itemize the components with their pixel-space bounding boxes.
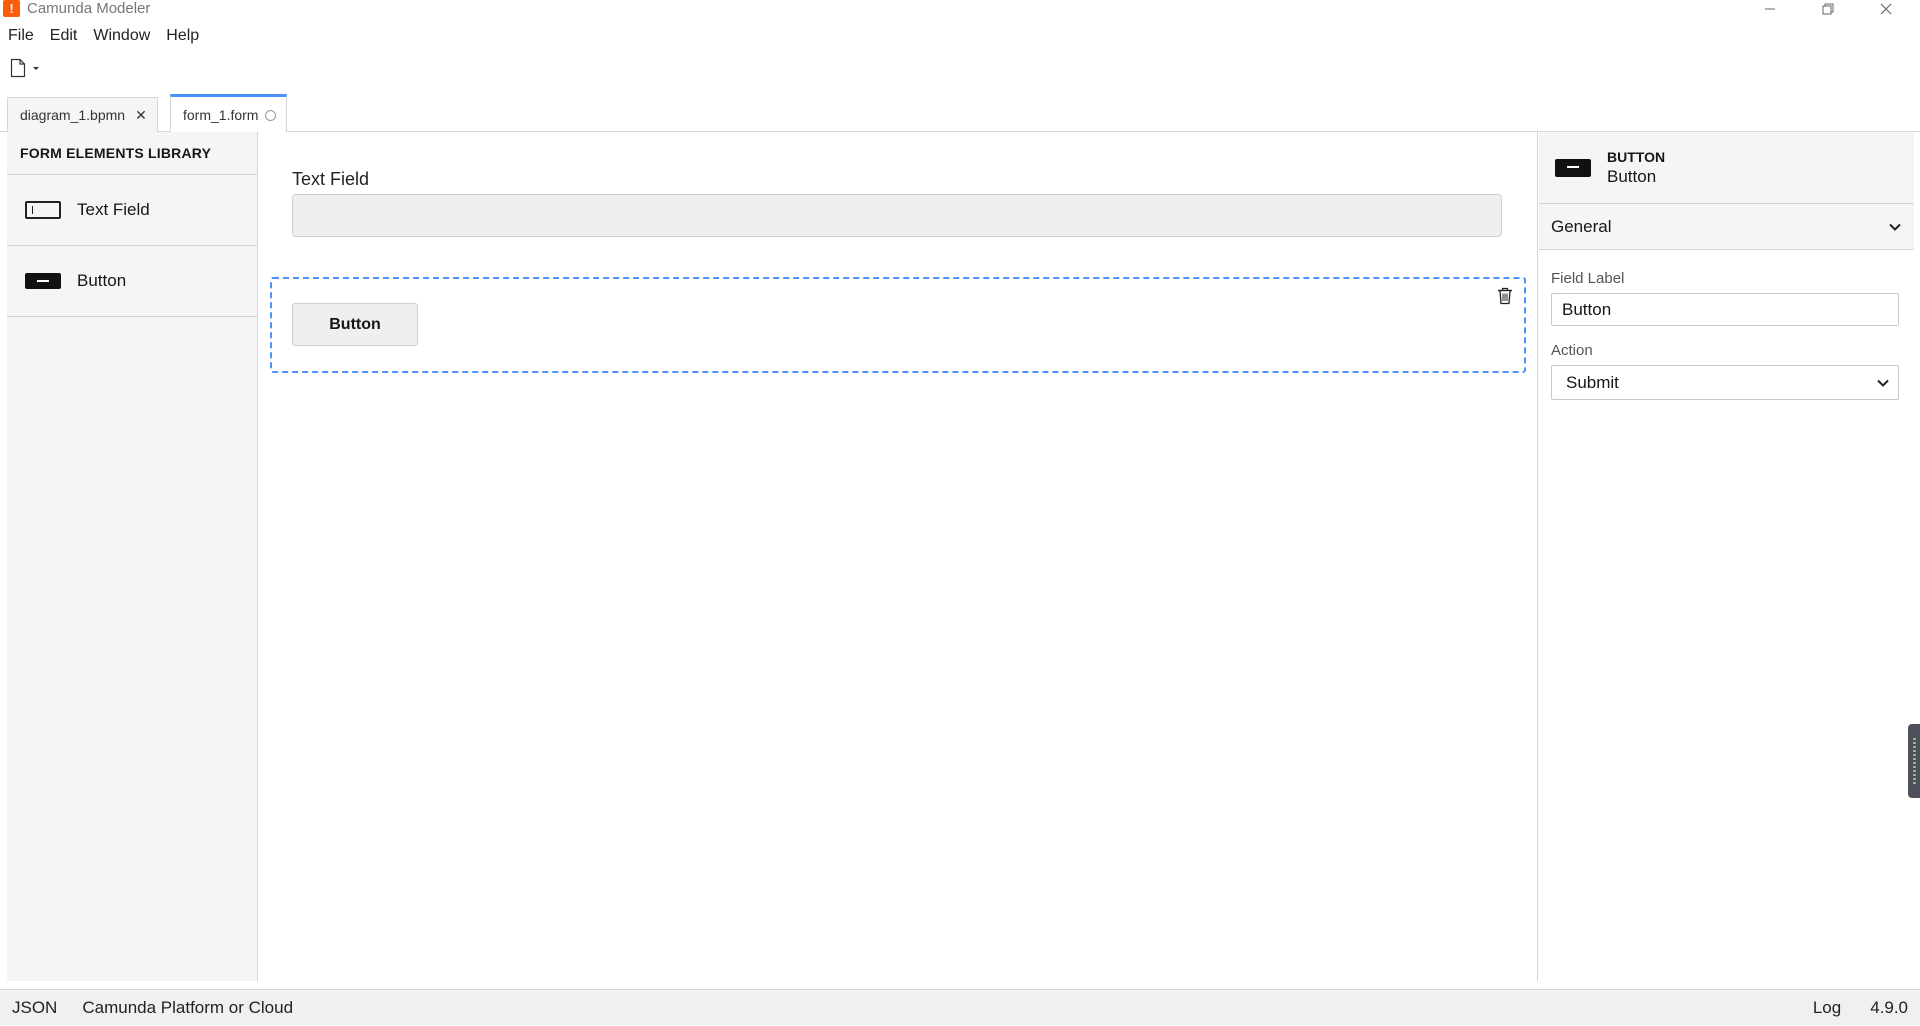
palette-header: FORM ELEMENTS LIBRARY xyxy=(7,132,257,175)
menu-window[interactable]: Window xyxy=(85,24,158,48)
restore-icon xyxy=(1822,3,1834,14)
close-window-button[interactable] xyxy=(1858,0,1914,17)
palette-item-label: Text Field xyxy=(77,200,150,219)
text-field-input[interactable] xyxy=(292,194,1502,237)
element-name: Button xyxy=(1607,166,1657,186)
properties-panel: BUTTON Button General Field Label Button… xyxy=(1539,132,1914,981)
palette-item-label: Button xyxy=(77,271,127,290)
new-file-icon[interactable] xyxy=(10,58,26,78)
form-canvas[interactable]: Text Field Button xyxy=(258,132,1538,981)
form-button[interactable]: Button xyxy=(292,303,418,346)
properties-header: BUTTON Button xyxy=(1539,132,1914,204)
camunda-logo-icon: ! xyxy=(3,0,20,17)
palette-item-text-field[interactable]: Text Field xyxy=(7,175,257,246)
status-bar: JSON Camunda Platform or Cloud Log 4.9.0 xyxy=(0,989,1920,1025)
caret-down-icon[interactable] xyxy=(30,58,42,78)
restore-button[interactable] xyxy=(1800,0,1856,17)
button-icon xyxy=(1555,158,1591,177)
text-field-label: Text Field xyxy=(292,169,370,189)
menu-file[interactable]: File xyxy=(0,24,42,48)
status-version: 4.9.0 xyxy=(1870,998,1908,1017)
action-select[interactable]: Submit xyxy=(1551,365,1899,400)
tab-label: diagram_1.bpmn xyxy=(20,107,126,123)
minimize-button[interactable] xyxy=(1742,0,1798,17)
toolbar xyxy=(10,56,42,80)
status-format[interactable]: JSON xyxy=(0,998,68,1018)
menu-help[interactable]: Help xyxy=(158,24,207,48)
selected-button-element[interactable]: Button xyxy=(270,277,1526,373)
chevron-down-icon xyxy=(1889,223,1901,231)
form-elements-palette: FORM ELEMENTS LIBRARY Text Field Button xyxy=(7,132,258,981)
status-platform[interactable]: Camunda Platform or Cloud xyxy=(68,998,304,1018)
action-title: Action xyxy=(1551,342,1593,359)
side-drag-handle[interactable] xyxy=(1908,724,1920,798)
group-title: General xyxy=(1551,216,1612,236)
close-tab-icon[interactable]: ✕ xyxy=(135,107,147,124)
chevron-down-icon xyxy=(1877,379,1889,387)
element-type: BUTTON xyxy=(1607,148,1666,165)
menu-bar: File Edit Window Help xyxy=(0,24,207,48)
tab-form-1-form[interactable]: form_1.form xyxy=(170,94,288,133)
tab-diagram-1-bpmn[interactable]: diagram_1.bpmn ✕ xyxy=(7,97,158,132)
window-title: Camunda Modeler xyxy=(27,0,151,17)
delete-element-button[interactable] xyxy=(1494,285,1516,307)
group-general-header[interactable]: General xyxy=(1539,204,1914,250)
field-label-input[interactable]: Button xyxy=(1551,293,1899,326)
unsaved-indicator-icon[interactable] xyxy=(265,109,277,121)
textfield-icon xyxy=(25,201,61,219)
palette-item-button[interactable]: Button xyxy=(7,246,257,317)
close-icon xyxy=(1880,3,1892,14)
field-label-title: Field Label xyxy=(1551,270,1625,287)
trash-icon xyxy=(1498,287,1512,305)
action-selected-value: Submit xyxy=(1566,372,1619,392)
tab-bar: diagram_1.bpmn ✕ form_1.form xyxy=(0,94,1920,133)
menu-edit[interactable]: Edit xyxy=(42,24,86,48)
button-icon xyxy=(25,273,61,289)
title-bar: ! Camunda Modeler xyxy=(0,0,1920,17)
status-log[interactable]: Log xyxy=(1802,998,1859,1018)
minimize-icon xyxy=(1765,8,1775,9)
tab-label: form_1.form xyxy=(183,107,259,123)
